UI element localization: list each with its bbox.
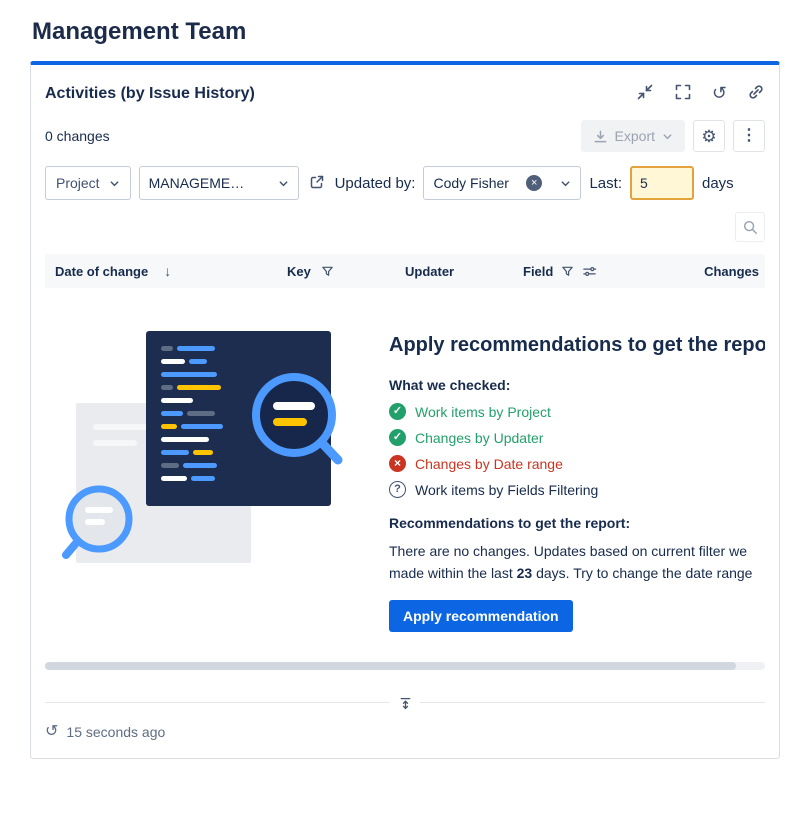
filter-settings-icon[interactable] (582, 264, 597, 279)
filter-type-label: Project (56, 175, 100, 191)
search-row (45, 212, 765, 242)
more-options-button[interactable]: ⋮ (733, 120, 765, 152)
check-label: Changes by Updater (415, 430, 543, 446)
last-updated-text: 15 seconds ago (66, 724, 165, 740)
recommendation-text: days. Try to change the date range (532, 565, 752, 581)
sort-desc-icon[interactable]: ↓ (164, 263, 171, 279)
collapse-icon (636, 83, 654, 101)
page-title: Management Team (32, 18, 808, 46)
fit-height-icon (398, 696, 413, 711)
column-label: Updater (405, 264, 454, 279)
recommendation-text: made within the last (389, 565, 517, 581)
project-select-value: MANAGEME… (149, 175, 245, 191)
empty-state-illustration (61, 328, 346, 632)
column-label: Changes (704, 264, 759, 279)
check-item: ? Work items by Fields Filtering (389, 481, 765, 498)
export-label: Export (615, 128, 655, 144)
search-button[interactable] (735, 212, 765, 242)
clear-updater-icon[interactable]: × (526, 175, 542, 191)
updater-select[interactable]: Cody Fisher × (423, 166, 581, 200)
column-key[interactable]: Key (277, 264, 395, 279)
chevron-down-icon (109, 178, 120, 189)
last-label: Last: (589, 175, 622, 192)
open-project-button[interactable] (307, 174, 327, 193)
check-item: ✓ Changes by Updater (389, 429, 765, 446)
cross-circle-icon: × (389, 455, 406, 472)
refresh-button[interactable]: ↺ (712, 83, 727, 104)
collapse-button[interactable] (636, 83, 654, 104)
gear-icon: ⚙ (701, 128, 716, 145)
resize-divider (45, 694, 765, 712)
question-circle-icon: ? (389, 481, 406, 498)
link-icon (747, 83, 765, 101)
chevron-down-icon (278, 178, 289, 189)
fullscreen-icon (674, 83, 692, 101)
activities-panel: Activities (by Issue History) (30, 61, 780, 759)
export-button[interactable]: Export (581, 120, 685, 152)
column-field[interactable]: Field (513, 264, 671, 279)
external-link-icon (309, 174, 325, 190)
recommendation-line-1: There are no changes. Updates based on c… (389, 540, 765, 562)
toolbar-actions: Export ⚙ ⋮ (581, 120, 765, 152)
check-circle-icon: ✓ (389, 429, 406, 446)
empty-state-heading: Apply recommendations to get the report (389, 334, 765, 357)
last-days-input[interactable] (630, 166, 694, 200)
horizontal-scrollbar[interactable] (45, 662, 765, 670)
checks-list: ✓ Work items by Project ✓ Changes by Upd… (389, 403, 765, 498)
check-item: × Changes by Date range (389, 455, 765, 472)
column-label: Field (523, 264, 553, 279)
changes-count: 0 changes (45, 128, 110, 144)
updater-select-value: Cody Fisher (433, 175, 508, 191)
chevron-down-icon (560, 178, 571, 189)
toolbar-row: 0 changes Export ⚙ ⋮ (45, 120, 765, 152)
filter-icon[interactable] (561, 265, 574, 278)
column-changes[interactable]: Changes (671, 264, 765, 279)
kebab-icon: ⋮ (741, 128, 757, 144)
check-item: ✓ Work items by Project (389, 403, 765, 420)
project-select[interactable]: MANAGEME… (139, 166, 299, 200)
panel-title: Activities (by Issue History) (45, 85, 255, 103)
panel-header: Activities (by Issue History) (45, 65, 765, 104)
fullscreen-button[interactable] (674, 83, 692, 104)
check-label: Work items by Project (415, 404, 551, 420)
search-icon (742, 219, 758, 235)
column-updater[interactable]: Updater (395, 264, 513, 279)
recommendations-title: Recommendations to get the report: (389, 515, 765, 531)
fit-height-button[interactable] (390, 694, 420, 712)
check-label: Work items by Fields Filtering (415, 482, 598, 498)
days-label: days (702, 175, 734, 192)
check-circle-icon: ✓ (389, 403, 406, 420)
empty-state-text: Apply recommendations to get the report … (346, 328, 765, 632)
column-label: Key (287, 264, 311, 279)
filter-icon[interactable] (321, 265, 334, 278)
recommendation-days: 23 (517, 565, 533, 581)
scrollbar-thumb[interactable] (45, 662, 736, 670)
panel-footer: ↺ 15 seconds ago (45, 724, 765, 740)
column-date-of-change[interactable]: Date of change ↓ (45, 263, 277, 279)
refresh-icon[interactable]: ↺ (45, 724, 58, 740)
filter-type-dropdown[interactable]: Project (45, 166, 131, 200)
table-header: Date of change ↓ Key Updater Field (45, 254, 765, 288)
recommendation-paragraph: There are no changes. Updates based on c… (389, 540, 765, 584)
download-icon (593, 129, 608, 144)
checked-title: What we checked: (389, 377, 765, 393)
filters-row: Project MANAGEME… Upda (45, 166, 765, 200)
panel-header-icons: ↺ (636, 83, 765, 104)
settings-button[interactable]: ⚙ (693, 120, 725, 152)
column-label: Date of change (55, 264, 148, 279)
apply-recommendation-button[interactable]: Apply recommendation (389, 600, 573, 632)
recommendation-line-2: made within the last 23 days. Try to cha… (389, 562, 765, 584)
chevron-down-icon (662, 131, 673, 142)
empty-state: Apply recommendations to get the report … (45, 328, 765, 632)
check-label: Changes by Date range (415, 456, 563, 472)
link-button[interactable] (747, 83, 765, 104)
updated-by-label: Updated by: (335, 175, 416, 192)
refresh-icon: ↺ (712, 83, 727, 104)
